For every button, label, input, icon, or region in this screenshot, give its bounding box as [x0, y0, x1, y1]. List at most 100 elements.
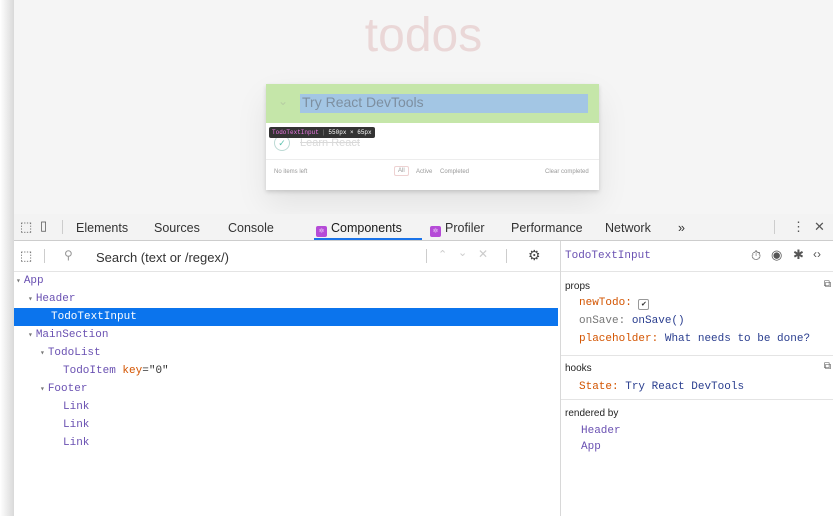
prop-row[interactable]: newTodo: ✔	[579, 297, 650, 310]
search-input[interactable]: Search (text or /regex/)	[96, 250, 229, 265]
tree-row-label: TodoTextInput	[51, 311, 137, 323]
tree-row-key-value: "0"	[148, 365, 169, 377]
expand-arrow-icon[interactable]: ▾	[16, 277, 21, 286]
tree-row-label: Header	[35, 293, 76, 305]
devtools-panel: ⬚ ▯ Elements Sources Console ⚛ Components…	[14, 214, 833, 516]
tab-sources[interactable]: Sources	[154, 221, 200, 235]
owner-link[interactable]: Header	[581, 425, 621, 437]
filter-completed[interactable]: Completed	[440, 169, 469, 175]
search-icon: ⚲	[64, 248, 73, 262]
section-divider	[561, 355, 833, 356]
tab-profiler[interactable]: ⚛ Profiler	[430, 221, 485, 237]
device-toolbar-icon[interactable]: ▯	[40, 218, 47, 234]
eye-icon[interactable]: ◉	[771, 247, 782, 263]
tree-row-label: Link	[63, 419, 90, 431]
todo-footer: No items left All Active Completed Clear…	[266, 160, 599, 186]
tree-row-todotextinput[interactable]: TodoTextInput	[14, 308, 558, 326]
tree-row-header[interactable]: ▾ Header	[14, 290, 558, 308]
view-source-icon[interactable]: ‹›	[813, 247, 821, 261]
bug-icon[interactable]: ✱	[793, 247, 804, 263]
chevron-down-icon[interactable]: ⌄	[458, 246, 467, 259]
tree-row-label: Link	[63, 401, 90, 413]
tree-row-footer[interactable]: ▾ Footer	[14, 380, 558, 398]
tree-row-mainsection[interactable]: ▾ MainSection	[14, 326, 558, 344]
search-divider	[506, 249, 507, 263]
rendered-by-section: rendered by Header App	[561, 401, 833, 471]
tree-row-label: Link	[63, 437, 90, 449]
expand-arrow-icon[interactable]: ▾	[40, 349, 45, 358]
prop-checkbox[interactable]: ✔	[638, 299, 650, 310]
tab-network[interactable]: Network	[605, 221, 651, 235]
toggle-all-icon[interactable]: ⌄	[278, 94, 288, 108]
copy-props-icon[interactable]: ⧉	[824, 279, 831, 290]
search-divider	[426, 249, 427, 263]
react-icon: ⚛	[316, 226, 327, 237]
browser-window: todos ⌄ Try React DevTools ✓ Learn React…	[14, 0, 833, 516]
clear-completed[interactable]: Clear completed	[545, 169, 589, 175]
window-shadow	[0, 0, 14, 516]
section-divider	[561, 399, 833, 400]
component-tree: ▾ App ▾ Header TodoTextInput ▾ MainSection ▾ Tod…	[14, 272, 560, 516]
hook-row[interactable]: State: Try React DevTools	[579, 381, 744, 393]
todo-app: ⌄ Try React DevTools ✓ Learn React TodoT…	[266, 84, 599, 190]
tree-row-app[interactable]: ▾ App	[14, 272, 558, 290]
close-icon[interactable]: ✕	[814, 219, 825, 235]
hooks-title: hooks	[565, 363, 592, 374]
prop-row[interactable]: onSave: onSave()	[579, 315, 685, 327]
devtools-tabbar: ⬚ ▯ Elements Sources Console ⚛ Components…	[14, 214, 833, 241]
props-title: props	[565, 281, 591, 292]
tree-row-todolist[interactable]: ▾ TodoList	[14, 344, 558, 362]
tooltip-size: 550px × 65px	[328, 129, 372, 136]
app-title: todos	[364, 9, 483, 62]
inspect-tooltip: TodoTextInput | 550px × 65px	[269, 127, 375, 138]
tree-row-label: TodoList	[47, 347, 101, 359]
expand-arrow-icon[interactable]: ▾	[28, 331, 33, 340]
tree-row-link[interactable]: Link	[14, 398, 558, 416]
tree-row-label: Footer	[47, 383, 88, 395]
expand-arrow-icon[interactable]: ▾	[40, 385, 45, 394]
kebab-menu-icon[interactable]: ⋮	[792, 219, 805, 235]
chevron-up-icon[interactable]: ⌃	[438, 248, 447, 261]
component-highlight: ⌄ Try React DevTools	[266, 84, 599, 123]
tree-row-link[interactable]: Link	[14, 416, 558, 434]
new-todo-input[interactable]: Try React DevTools	[302, 94, 424, 110]
todo-count: No items left	[274, 169, 308, 175]
filter-all[interactable]: All	[394, 166, 409, 176]
expand-arrow-icon[interactable]: ▾	[28, 295, 33, 304]
props-section: props ⧉ newTodo: ✔ onSave: onSave() plac…	[561, 275, 833, 353]
hooks-section: hooks ⧉ State: Try React DevTools	[561, 357, 833, 397]
tree-row-label: TodoItem	[63, 365, 116, 377]
more-tabs-button[interactable]: »	[678, 221, 685, 235]
tree-row-todoitem[interactable]: TodoItem key="0"	[14, 362, 558, 380]
stopwatch-icon[interactable]: ⏱	[751, 248, 761, 264]
search-divider	[44, 249, 45, 263]
tree-row-label: MainSection	[35, 329, 109, 341]
tab-elements[interactable]: Elements	[76, 221, 128, 235]
react-icon: ⚛	[430, 226, 441, 237]
settings-gear-icon[interactable]: ⚙	[528, 247, 541, 264]
tab-console[interactable]: Console	[228, 221, 274, 235]
select-element-icon[interactable]: ⬚	[20, 248, 32, 264]
component-search-bar: ⬚ ⚲ Search (text or /regex/) ⌃ ⌄ ✕ ⚙	[14, 241, 560, 272]
tab-components[interactable]: ⚛ Components	[316, 221, 402, 237]
tooltip-component-name: TodoTextInput	[272, 129, 319, 136]
inspector-header: TodoTextInput ⏱ ◉ ✱ ‹›	[561, 241, 833, 272]
tree-row-link[interactable]: Link	[14, 434, 558, 452]
inspect-element-icon[interactable]: ⬚	[20, 219, 32, 235]
tree-row-label: App	[23, 275, 44, 287]
tab-performance[interactable]: Performance	[511, 221, 583, 235]
prop-row[interactable]: placeholder: What needs to be done?	[579, 333, 810, 345]
toolbar-divider	[774, 220, 775, 234]
selected-tab-indicator	[314, 238, 422, 240]
inspector-pane: TodoTextInput ⏱ ◉ ✱ ‹› props ⧉ newTodo: …	[561, 241, 833, 516]
owner-link[interactable]: App	[581, 441, 601, 453]
app-viewport: todos ⌄ Try React DevTools ✓ Learn React…	[14, 0, 833, 215]
todo-item-label: Learn React	[300, 137, 360, 149]
tree-row-key-name: key	[122, 365, 143, 377]
copy-hooks-icon[interactable]: ⧉	[824, 361, 831, 372]
inspected-component-name: TodoTextInput	[565, 250, 651, 262]
rendered-by-title: rendered by	[565, 408, 619, 419]
toolbar-divider	[62, 220, 63, 234]
clear-search-icon[interactable]: ✕	[478, 247, 488, 261]
filter-active[interactable]: Active	[416, 169, 432, 175]
